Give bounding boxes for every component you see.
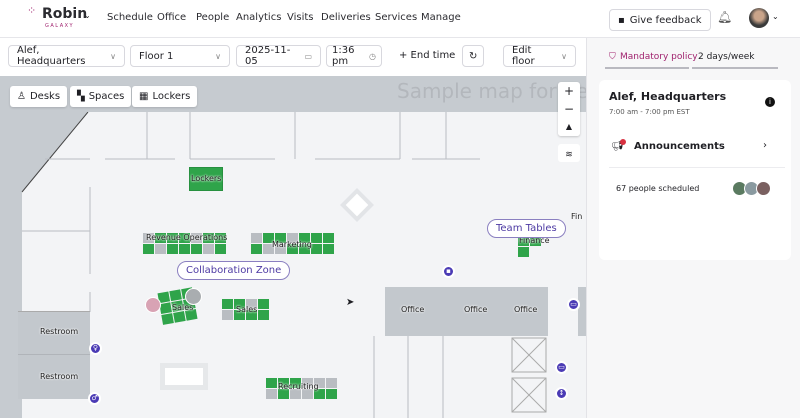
layers-button[interactable]: ≋: [558, 144, 580, 162]
side-panel: ⛉ Mandatory policy 2 days/week Alef, Hea…: [586, 38, 800, 418]
restroom-icon[interactable]: ♂: [88, 392, 101, 405]
elevator-shafts: [511, 337, 547, 413]
chevron-down-icon: ∨: [215, 51, 221, 61]
end-time-button[interactable]: + End time: [399, 45, 455, 67]
zoom-in-button[interactable]: +: [558, 82, 580, 100]
office-label[interactable]: Office: [514, 305, 537, 314]
display-icon[interactable]: ▭: [567, 298, 580, 311]
give-feedback-button[interactable]: ▪ Give feedback: [609, 9, 711, 31]
team-tables-label[interactable]: Team Tables: [487, 219, 566, 238]
printer-icon[interactable]: ▪: [442, 265, 455, 278]
sales-2-label: Sales: [236, 305, 258, 314]
edit-floor-label: Edit floor: [512, 45, 535, 67]
chip-label: Desks: [29, 91, 61, 102]
feedback-label: Give feedback: [629, 14, 702, 26]
brand-name[interactable]: Robin: [42, 6, 87, 22]
restroom-label[interactable]: Restroom: [40, 327, 78, 336]
office-label[interactable]: Office: [464, 305, 487, 314]
collaboration-zone-label[interactable]: Collaboration Zone: [177, 261, 291, 280]
nav-deliveries[interactable]: Deliveries: [321, 12, 371, 23]
info-icon[interactable]: i: [765, 97, 775, 107]
revenue-operations-label: Revenue Operations: [146, 233, 228, 242]
divider: [18, 354, 90, 355]
compass-icon[interactable]: ▲: [558, 118, 580, 136]
zoom-controls: + − ▲: [558, 82, 580, 136]
desks-filter-chip[interactable]: ♙ Desks: [10, 86, 68, 107]
top-nav: ⁘ Robin ⌄ GALAXY Schedule Office People …: [0, 0, 800, 38]
notification-dot: [620, 139, 626, 145]
location-name: Alef, Headquarters: [609, 90, 727, 103]
calendar-icon: ▭: [304, 51, 312, 61]
location-hours: 7:00 am - 7:00 pm EST: [609, 108, 690, 116]
marketing-label: Marketing: [272, 240, 312, 249]
chevron-down-icon: ∨: [561, 51, 567, 61]
announcements-label: Announcements: [634, 141, 725, 152]
policy-progress-1: [605, 67, 689, 69]
chair-icon: ♙: [17, 91, 26, 102]
bell-icon[interactable]: 🔔︎: [717, 10, 732, 24]
feedback-icon: ▪: [618, 14, 625, 26]
recruiting-label: Recruiting: [278, 382, 319, 391]
location-value: Alef, Headquarters: [17, 45, 86, 67]
accessibility-icon[interactable]: ↕: [555, 387, 568, 400]
layers-icon: ≋: [565, 150, 573, 160]
time-value: 1:36 pm: [332, 45, 355, 67]
office-block-edge: [578, 287, 586, 336]
office-label[interactable]: Office: [401, 305, 424, 314]
nav-services[interactable]: Services: [375, 12, 417, 23]
chevron-down-icon: ∨: [110, 51, 116, 61]
robin-logo-icon: ⁘: [27, 4, 36, 17]
floor-value: Floor 1: [139, 50, 174, 62]
date-input[interactable]: 2025-11-05 ▭: [236, 45, 321, 67]
location-select[interactable]: Alef, Headquarters ∨: [8, 45, 125, 67]
brand-chevron-icon[interactable]: ⌄: [84, 11, 91, 20]
restroom-block: [18, 311, 90, 399]
chip-label: Lockers: [152, 91, 191, 102]
chip-label: Spaces: [88, 91, 125, 102]
chevron-right-icon: ›: [763, 140, 767, 151]
edit-floor-button[interactable]: Edit floor ∨: [503, 45, 576, 67]
nav-manage[interactable]: Manage: [421, 12, 461, 23]
restroom-icon[interactable]: ♀: [89, 342, 102, 355]
refresh-button[interactable]: ↻: [462, 45, 484, 67]
divider: [609, 167, 785, 168]
brand-sub: GALAXY: [45, 23, 75, 29]
user-avatar[interactable]: [749, 8, 769, 28]
policy-value: 2 days/week: [698, 52, 755, 62]
nav-schedule[interactable]: Schedule: [107, 12, 153, 23]
location-card: [599, 80, 791, 260]
finance-partial-label: Fin: [571, 212, 583, 221]
policy-progress-2: [692, 67, 778, 69]
mouse-cursor-icon: ➤: [346, 297, 355, 308]
lockers-icon: ▦: [139, 91, 149, 102]
meeting-table[interactable]: [165, 368, 203, 385]
spaces-filter-chip[interactable]: ▚ Spaces: [70, 86, 132, 107]
people-scheduled[interactable]: 67 people scheduled: [616, 184, 699, 193]
person-avatar[interactable]: [756, 181, 771, 196]
lockers-filter-chip[interactable]: ▦ Lockers: [132, 86, 198, 107]
date-value: 2025-11-05: [245, 45, 291, 67]
floor-map[interactable]: Sample map for de ♙ Desks ▚ Spaces ▦ Locker…: [0, 76, 586, 418]
nav-visits[interactable]: Visits: [287, 12, 314, 23]
mandatory-policy-label: Mandatory policy: [620, 52, 698, 62]
zoom-out-button[interactable]: −: [558, 100, 580, 118]
floor-select[interactable]: Floor 1 ∨: [130, 45, 230, 67]
shield-icon: ⛉: [609, 52, 616, 62]
user-avatar[interactable]: [145, 297, 161, 313]
time-input[interactable]: 1:36 pm ◷: [326, 45, 382, 67]
nav-people[interactable]: People: [196, 12, 229, 23]
sales-label: Sales: [172, 303, 194, 312]
avatar-chevron-icon[interactable]: ⌄: [772, 12, 779, 21]
clock-icon: ◷: [369, 51, 376, 61]
lockers-label: Lockers: [191, 174, 222, 183]
door-icon: ▚: [77, 91, 85, 102]
nav-analytics[interactable]: Analytics: [236, 12, 281, 23]
nav-office[interactable]: Office: [157, 12, 186, 23]
refresh-icon: ↻: [469, 50, 478, 62]
restroom-label[interactable]: Restroom: [40, 372, 78, 381]
display-icon[interactable]: ▭: [555, 361, 568, 374]
